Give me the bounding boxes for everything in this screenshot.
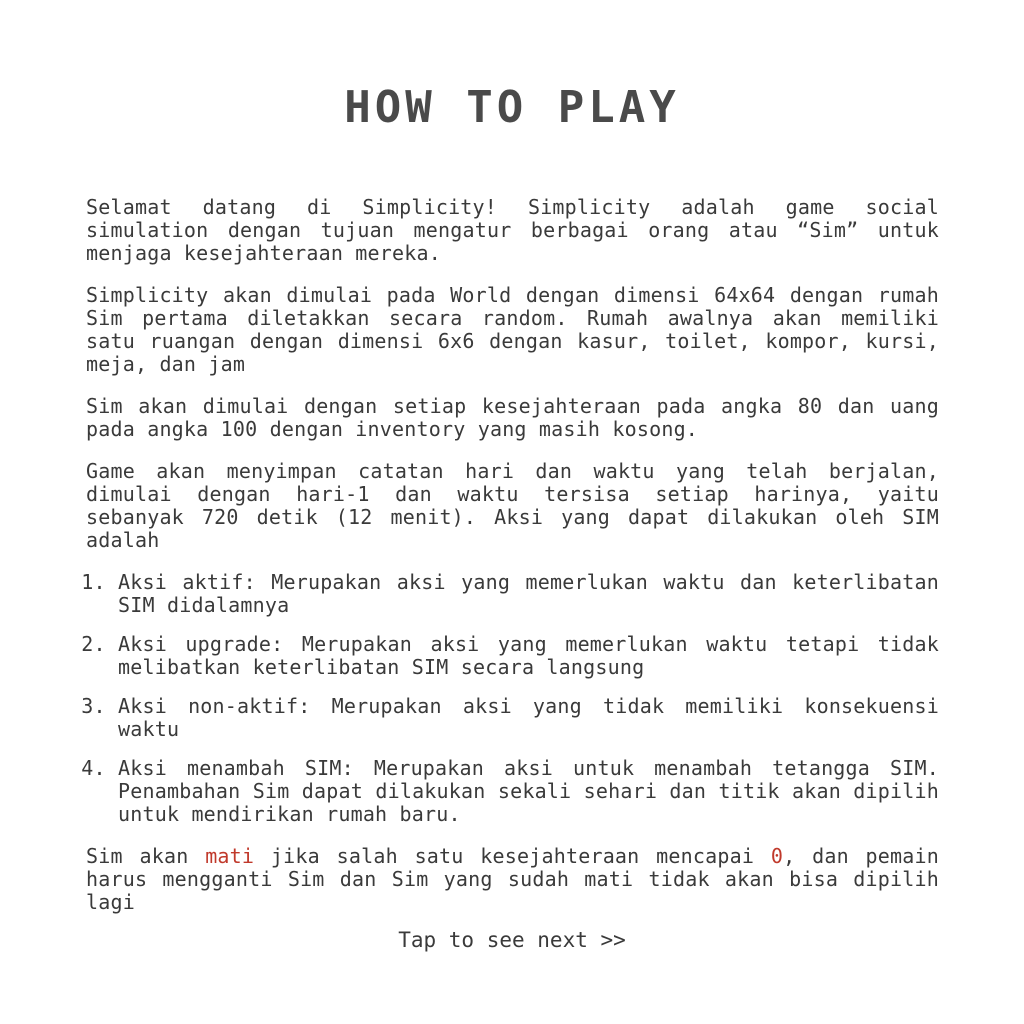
death-rule-text: jika salah satu kesejahteraan mencapai [254, 844, 771, 868]
tap-next-button[interactable]: Tap to see next >> [0, 928, 1024, 952]
time-paragraph: Game akan menyimpan catatan hari dan wak… [86, 459, 939, 552]
death-word-highlight: mati [205, 844, 255, 868]
zero-value-highlight: 0 [770, 844, 784, 868]
list-item: Aksi non-aktif: Merupakan aksi yang tida… [118, 695, 939, 741]
list-item: Aksi menambah SIM: Merupakan aksi untuk … [118, 757, 939, 826]
list-item: Aksi upgrade: Merupakan aksi yang memerl… [118, 633, 939, 679]
list-item: Aksi aktif: Merupakan aksi yang memerluk… [118, 571, 939, 617]
intro-paragraph: Selamat datang di Simplicity! Simplicity… [86, 195, 939, 265]
page-title: HOW TO PLAY [344, 82, 680, 133]
action-list: Aksi aktif: Merupakan aksi yang memerluk… [86, 571, 939, 826]
death-rule-paragraph: Sim akan mati jika salah satu kesejahter… [86, 845, 939, 914]
stats-paragraph: Sim akan dimulai dengan setiap kesejahte… [86, 394, 939, 441]
instructions-body: Selamat datang di Simplicity! Simplicity… [86, 196, 939, 933]
world-paragraph: Simplicity akan dimulai pada World denga… [86, 283, 939, 376]
death-rule-text: Sim akan [86, 844, 206, 868]
